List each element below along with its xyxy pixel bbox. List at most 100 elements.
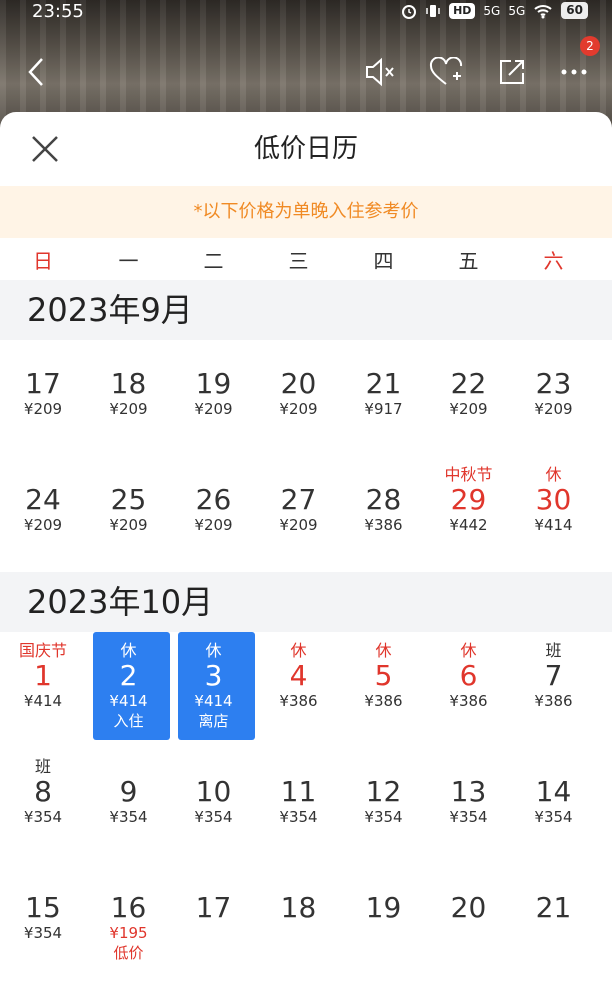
price-calendar-sheet: 低价日历 *以下价格为单晚入住参考价 日 一 二 三 四 五 六 2023年9月… bbox=[0, 112, 612, 1002]
calendar-day[interactable]: 中秋节 29 ¥442 bbox=[426, 456, 511, 572]
day-number: 9 bbox=[119, 775, 138, 808]
day-price: ¥209 bbox=[109, 400, 148, 418]
day-number: 22 bbox=[450, 367, 487, 400]
status-bar: 23:55 HD 5G 5G 60 bbox=[0, 0, 612, 26]
calendar-day[interactable]: 18 bbox=[256, 864, 341, 980]
calendar-day[interactable]: 18 ¥209 bbox=[86, 340, 171, 456]
day-price: ¥414 bbox=[194, 692, 233, 710]
weekday-thu: 四 bbox=[373, 248, 394, 273]
calendar-day[interactable]: 12 ¥354 bbox=[341, 748, 426, 864]
weekday-mon: 一 bbox=[118, 248, 139, 273]
share-button[interactable] bbox=[494, 54, 530, 90]
day-price: ¥354 bbox=[449, 808, 488, 826]
top-nav: 2 bbox=[0, 36, 612, 98]
day-number: 28 bbox=[365, 483, 402, 516]
calendar-day[interactable]: 班 7 ¥386 bbox=[511, 632, 596, 748]
day-price: ¥386 bbox=[279, 692, 318, 710]
calendar-day[interactable]: 28 ¥386 bbox=[341, 456, 426, 572]
signal-5g-1: 5G bbox=[483, 3, 501, 18]
calendar-day[interactable]: 休 4 ¥386 bbox=[256, 632, 341, 748]
more-button[interactable] bbox=[556, 54, 592, 90]
day-number: 8 bbox=[34, 775, 52, 808]
day-price: ¥386 bbox=[449, 692, 488, 710]
day-price: ¥386 bbox=[534, 692, 573, 710]
calendar-day[interactable]: 21 ¥917 bbox=[341, 340, 426, 456]
battery-indicator: 60 bbox=[561, 2, 588, 19]
calendar-week: 15 ¥354 16 ¥195 低价 17 18 19 20 21 bbox=[0, 864, 612, 980]
calendar-day[interactable]: 27 ¥209 bbox=[256, 456, 341, 572]
calendar-day[interactable]: 休 2 ¥414 入住 bbox=[86, 632, 171, 748]
day-tag: 班 bbox=[34, 757, 51, 776]
calendar-day[interactable]: 19 ¥209 bbox=[171, 340, 256, 456]
share-icon bbox=[500, 60, 524, 84]
calendar-day[interactable]: 13 ¥354 bbox=[426, 748, 511, 864]
calendar-day[interactable]: 20 bbox=[426, 864, 511, 980]
calendar-day[interactable]: 26 ¥209 bbox=[171, 456, 256, 572]
calendar-day[interactable]: 11 ¥354 bbox=[256, 748, 341, 864]
back-button[interactable] bbox=[18, 54, 54, 90]
calendar-week: 17 ¥209 18 ¥209 19 ¥209 20 ¥209 21 ¥917 22 ¥209 23 ¥2… bbox=[0, 340, 612, 456]
calendar-day[interactable]: 班 8 ¥354 bbox=[0, 748, 86, 864]
calendar-day[interactable]: 休 6 ¥386 bbox=[426, 632, 511, 748]
day-number: 30 bbox=[535, 483, 572, 516]
alarm-icon bbox=[402, 4, 417, 19]
calendar-day[interactable]: 19 bbox=[341, 864, 426, 980]
day-price: ¥442 bbox=[449, 516, 488, 534]
calendar-week: 班 8 ¥354 9 ¥354 10 ¥354 11 ¥354 12 ¥354 13 ¥354 14 ¥35… bbox=[0, 748, 612, 864]
day-price: ¥209 bbox=[279, 400, 318, 418]
day-number: 10 bbox=[195, 775, 232, 808]
day-tag: 班 bbox=[545, 641, 562, 660]
weekday-sat: 六 bbox=[543, 248, 564, 273]
day-sublabel: 低价 bbox=[113, 944, 144, 962]
day-tag: 休 bbox=[375, 641, 392, 660]
day-price: ¥209 bbox=[449, 400, 488, 418]
calendar-day[interactable]: 24 ¥209 bbox=[0, 456, 86, 572]
calendar-day[interactable]: 25 ¥209 bbox=[86, 456, 171, 572]
day-price: ¥354 bbox=[364, 808, 403, 826]
calendar-day[interactable]: 休 30 ¥414 bbox=[511, 456, 596, 572]
calendar-day[interactable]: 21 bbox=[511, 864, 596, 980]
day-number: 1 bbox=[34, 659, 52, 692]
vibrate-icon bbox=[426, 4, 440, 17]
calendar-day[interactable]: 17 ¥209 bbox=[0, 340, 86, 456]
day-number: 15 bbox=[25, 891, 61, 924]
day-price: ¥209 bbox=[194, 516, 233, 534]
day-number: 21 bbox=[365, 367, 402, 400]
day-number: 17 bbox=[25, 367, 61, 400]
calendar-day[interactable]: 10 ¥354 bbox=[171, 748, 256, 864]
calendar-day[interactable]: 20 ¥209 bbox=[256, 340, 341, 456]
calendar-day[interactable]: 9 ¥354 bbox=[86, 748, 171, 864]
calendar-day[interactable]: 23 ¥209 bbox=[511, 340, 596, 456]
day-number: 4 bbox=[289, 659, 308, 692]
day-number: 5 bbox=[374, 659, 393, 692]
sheet-header: 低价日历 bbox=[0, 112, 612, 186]
day-price: ¥414 bbox=[109, 692, 148, 710]
favorite-button[interactable] bbox=[428, 54, 464, 90]
calendar-day[interactable]: 休 3 ¥414 离店 bbox=[171, 632, 256, 748]
day-price: ¥195 bbox=[109, 924, 148, 942]
speaker-mute-icon bbox=[366, 57, 394, 87]
calendar-day[interactable]: 15 ¥354 bbox=[0, 864, 86, 980]
calendar-day[interactable]: 17 bbox=[171, 864, 256, 980]
day-tag: 国庆节 bbox=[18, 641, 67, 660]
calendar-day[interactable]: 休 5 ¥386 bbox=[341, 632, 426, 748]
day-price: ¥414 bbox=[23, 692, 63, 710]
calendar-day[interactable]: 22 ¥209 bbox=[426, 340, 511, 456]
calendar-day[interactable]: 14 ¥354 bbox=[511, 748, 596, 864]
calendar-day[interactable]: 国庆节 1 ¥414 bbox=[0, 632, 86, 748]
day-price: ¥354 bbox=[534, 808, 573, 826]
day-tag: 中秋节 bbox=[444, 465, 493, 484]
day-number: 20 bbox=[450, 891, 487, 924]
day-sublabel: 离店 bbox=[198, 712, 229, 730]
chevron-left-icon bbox=[28, 58, 43, 86]
calendar-day[interactable]: 16 ¥195 低价 bbox=[86, 864, 171, 980]
day-number: 24 bbox=[25, 483, 61, 516]
day-price: ¥386 bbox=[364, 692, 403, 710]
day-price: ¥354 bbox=[109, 808, 148, 826]
weekday-tue: 二 bbox=[203, 248, 224, 273]
day-price: ¥209 bbox=[534, 400, 573, 418]
day-number: 11 bbox=[280, 775, 317, 808]
mute-button[interactable] bbox=[362, 54, 398, 90]
day-number: 19 bbox=[195, 367, 232, 400]
day-tag: 休 bbox=[290, 641, 307, 660]
